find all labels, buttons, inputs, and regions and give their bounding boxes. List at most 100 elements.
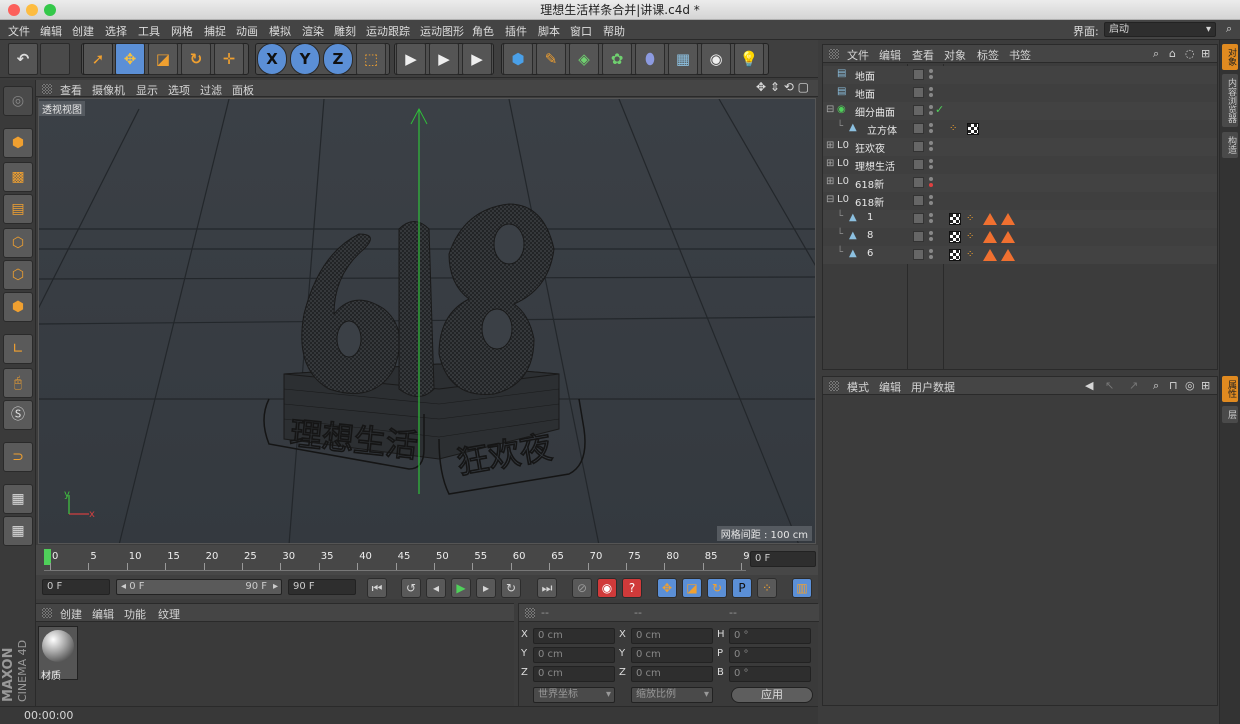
world-coord-dropdown[interactable]: 世界坐标 ▾ [533,687,615,703]
visibility-dots-icon[interactable] [929,195,933,207]
coord-value-field[interactable]: 0 ° [729,666,811,682]
tab-objects[interactable]: 对象 [1222,44,1238,70]
autokey-icon[interactable]: ◉ [597,578,617,598]
render-settings-icon[interactable]: ▶ [462,43,492,75]
workplane-icon[interactable]: ▤ [3,194,33,224]
enabled-check-icon[interactable]: ✓ [935,103,944,116]
menu-help[interactable]: 帮助 [603,23,625,39]
tab-content-browser[interactable]: 内容浏览器 [1222,74,1238,127]
make-editable-icon[interactable]: ◎ [3,86,33,116]
viewport-menu-cameras[interactable]: 摄像机 [92,82,125,98]
om-menu-file[interactable]: 文件 [847,47,869,63]
go-to-end-icon[interactable]: ⏭ [537,578,557,598]
keyframe-selection-icon[interactable]: ? [622,578,642,598]
menu-motion-tracking[interactable]: 运动跟踪 [366,23,410,39]
coordinate-system-icon[interactable]: ⬚ [356,43,386,75]
back-arrow-icon[interactable]: ◀ [1085,379,1093,392]
material-menu-edit[interactable]: 编辑 [92,606,114,622]
am-menu-mode[interactable]: 模式 [847,379,869,395]
new-panel-icon[interactable]: ⊞ [1201,47,1210,60]
menu-mograph[interactable]: 运动图形 [420,23,464,39]
phong-tag-icon[interactable]: ⁘ [966,249,978,261]
rotate-tool-icon[interactable]: ↻ [181,43,211,75]
material-tag-icon[interactable] [949,249,961,261]
search-icon[interactable]: ⌕ [1153,47,1159,61]
visibility-dots-icon[interactable] [929,123,933,135]
undo-icon[interactable]: ↶ [8,43,38,75]
timeline-window-icon[interactable]: ▥ [792,578,812,598]
viewport-menu-view[interactable]: 查看 [60,82,82,98]
apply-button[interactable]: 应用 [731,687,813,703]
search-icon[interactable]: ⌕ [1226,22,1232,36]
menu-window[interactable]: 窗口 [570,23,592,39]
coord-value-field[interactable]: 0 cm [533,647,615,663]
search-icon[interactable]: ⌕ [1153,379,1159,393]
target-icon[interactable]: ◎ [1185,379,1195,392]
layer-color-swatch[interactable] [913,159,924,170]
selection-tag-icon[interactable] [983,213,997,225]
key-scale-icon[interactable]: ◪ [682,578,702,598]
new-panel-icon[interactable]: ⊞ [1201,379,1210,392]
layer-color-swatch[interactable] [913,231,924,242]
menu-character[interactable]: 角色 [472,23,494,39]
object-row[interactable]: ⊞ L0 狂欢夜 [823,138,1217,156]
collapse-icon[interactable]: ⊟ [826,104,834,115]
record-active-icon[interactable]: ⊘ [572,578,592,598]
texture-mode-icon[interactable]: ▩ [3,162,33,192]
model-mode-icon[interactable]: ⬢ [3,128,33,158]
visibility-dots-icon[interactable] [929,141,933,153]
coord-value-field[interactable]: 0 cm [533,628,615,644]
go-to-start-icon[interactable]: ⏮ [367,578,387,598]
menu-select[interactable]: 选择 [105,23,127,39]
menu-edit[interactable]: 编辑 [40,23,62,39]
minimize-window-button[interactable] [26,4,38,16]
object-row[interactable]: └ ▲ 立方体 ⁘ [823,120,1217,138]
object-row[interactable]: ⊞ L0 618新 [823,174,1217,192]
edges-mode-icon[interactable]: ⬡ [3,260,33,290]
menu-file[interactable]: 文件 [8,23,30,39]
scale-ratio-dropdown[interactable]: 缩放比例 ▾ [631,687,713,703]
coord-value-field[interactable]: 0 ° [729,628,811,644]
previous-frame-icon[interactable]: ◂ [426,578,446,598]
om-menu-view[interactable]: 查看 [912,47,934,63]
scale-tool-icon[interactable]: ◪ [148,43,178,75]
expand-icon[interactable]: ⊞ [826,140,834,151]
coord-value-field[interactable]: 0 cm [631,628,713,644]
menu-script[interactable]: 脚本 [538,23,560,39]
tab-attributes[interactable]: 属性 [1222,376,1238,402]
magnet-icon[interactable]: ⊃ [3,442,33,472]
selection-tag-icon[interactable] [1001,213,1015,225]
object-row[interactable]: ▤ 地面 [823,66,1217,84]
object-row[interactable]: ▤ 地面 [823,84,1217,102]
perspective-viewport[interactable]: 理想生活 狂欢夜 x y 透视视图 网格间距 : 100 cm [38,98,816,544]
visibility-dots-icon[interactable] [929,249,933,261]
selection-tag-icon[interactable] [1001,231,1015,243]
om-menu-tags[interactable]: 标签 [977,47,999,63]
layout-dropdown[interactable]: 启动 ▾ [1104,22,1216,37]
visibility-dots-icon[interactable] [929,213,933,225]
material-tag-icon[interactable] [949,231,961,243]
material-menu-create[interactable]: 创建 [60,606,82,622]
tweak-mode-icon[interactable]: 🖰 [3,368,33,398]
live-selection-icon[interactable]: ✛ [214,43,244,75]
frame-range-slider[interactable]: ◂ 0 F 90 F ▸ [116,579,282,595]
om-menu-bookmarks[interactable]: 书签 [1009,47,1031,63]
object-row[interactable]: └ ▲ 8 ⁘ [823,228,1217,246]
om-menu-edit[interactable]: 编辑 [879,47,901,63]
end-frame-field[interactable]: 90 F [288,579,356,595]
material-tag-icon[interactable] [949,213,961,225]
object-row[interactable]: ⊞ L0 理想生活 [823,156,1217,174]
axis-x-lock[interactable]: X [257,43,287,75]
move-tool-icon[interactable]: ✥ [115,43,145,75]
am-menu-edit[interactable]: 编辑 [879,379,901,395]
visibility-dots-icon[interactable] [929,231,933,243]
start-frame-field[interactable]: 0 F [42,579,110,595]
layer-color-swatch[interactable] [913,213,924,224]
layer-color-swatch[interactable] [913,249,924,260]
phong-tag-icon[interactable]: ⁘ [966,213,978,225]
menu-tools[interactable]: 工具 [138,23,160,39]
render-picture-viewer-icon[interactable]: ▶ [429,43,459,75]
layer-color-swatch[interactable] [913,105,924,116]
next-key-icon[interactable]: ↻ [501,578,521,598]
object-row[interactable]: └ ▲ 6 ⁘ [823,246,1217,264]
